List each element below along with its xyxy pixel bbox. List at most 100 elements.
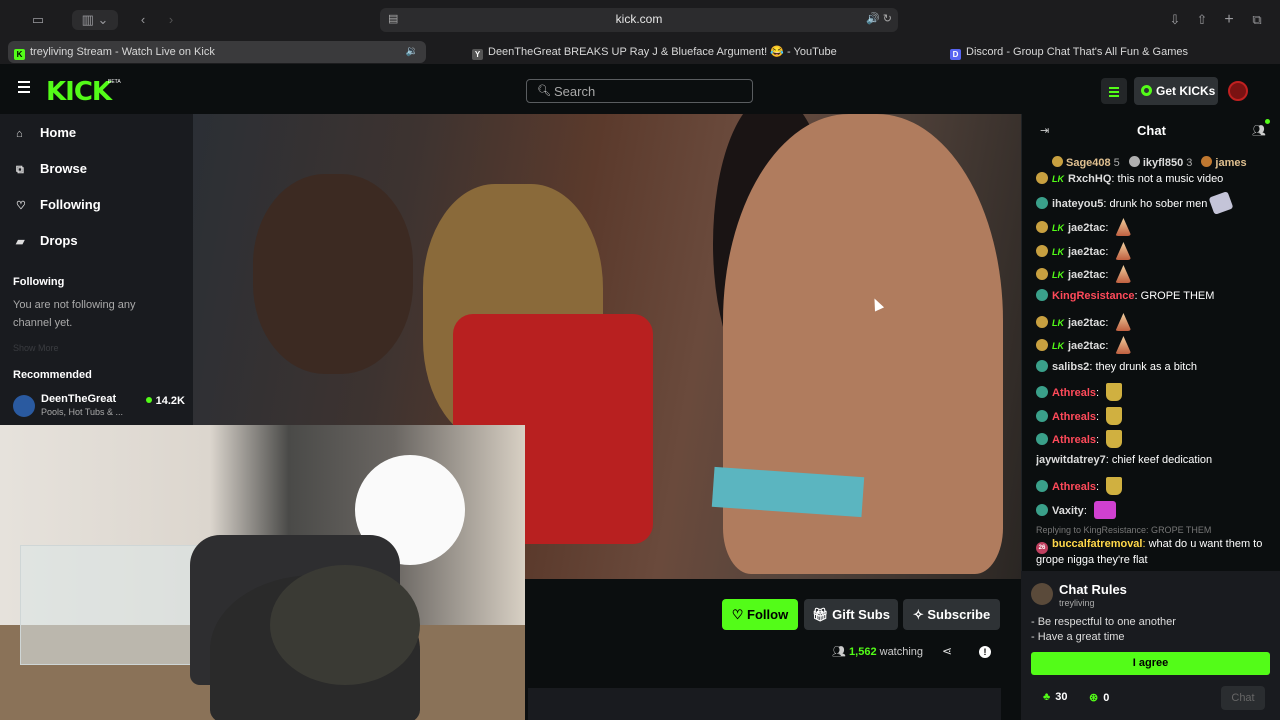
sidebar-item-browse[interactable]: ⧉ Browse — [16, 161, 87, 181]
kicks-balance[interactable]: ♣ 30 — [1043, 691, 1067, 703]
search-placeholder: Search — [554, 84, 596, 99]
gift-label: Gift Subs — [832, 607, 890, 622]
gold-badge-icon — [1036, 245, 1048, 257]
sidebar-item-following[interactable]: ♡ Following — [16, 197, 101, 217]
new-tab-icon[interactable]: + — [1220, 10, 1238, 30]
tab-title: treyliving Stream - Watch Live on Kick — [30, 46, 215, 58]
chat-username[interactable]: jae2tac — [1068, 317, 1105, 329]
tab-audio-icon[interactable]: 🔉 — [406, 41, 418, 63]
chat-username[interactable]: Athreals — [1052, 481, 1096, 493]
gifter-count: 5 — [1113, 157, 1120, 169]
gifter[interactable]: ikyfl850 3 — [1128, 156, 1192, 169]
tab-kick[interactable]: Ktreyliving Stream - Watch Live on Kick … — [8, 41, 426, 63]
star-emote-icon — [1115, 313, 1132, 331]
chat-username[interactable]: jae2tac — [1068, 246, 1105, 258]
kicks-icon — [1141, 85, 1152, 96]
store-icon[interactable] — [1101, 78, 1127, 104]
chat-username[interactable]: Athreals — [1052, 387, 1096, 399]
audio-playing-icon[interactable]: 🔊 — [866, 13, 880, 25]
gifter[interactable]: james — [1201, 156, 1247, 169]
chat-send-button[interactable]: Chat — [1221, 686, 1265, 710]
chat-username[interactable]: buccalfatremoval — [1052, 538, 1142, 550]
sticker-emote-icon — [1208, 191, 1234, 215]
chat-username[interactable]: Vaxity — [1052, 505, 1084, 517]
chat-rule: - Have a great time — [1031, 631, 1125, 643]
recommended-channel[interactable]: DeenTheGreat Pools, Hot Tubs & ... 14.2K — [13, 392, 185, 420]
chat-separator: : — [1105, 269, 1112, 281]
chat-message: jaywitdatrey7: chief keef dedication — [1036, 454, 1276, 467]
chat-username[interactable]: RxchHQ — [1068, 173, 1111, 185]
crown-emote-icon — [1093, 501, 1116, 519]
reply-reference: Replying to KingResistance: GROPE THEM — [1036, 525, 1212, 535]
gift-subs-button[interactable]: 🎁︎ Gift Subs — [804, 599, 898, 630]
site-header: KICK BETA 🔍︎ Search Get KICKs — [0, 64, 1280, 114]
kick-logo[interactable]: KICK — [46, 77, 112, 107]
chat-text: chief keef dedication — [1111, 454, 1213, 466]
kicks-icon: ♣ — [1043, 691, 1051, 703]
chat-username[interactable]: Athreals — [1052, 434, 1096, 446]
share-icon[interactable]: ⇧ — [1193, 10, 1211, 30]
user-avatar[interactable] — [1228, 81, 1248, 101]
tab-title: Discord - Group Chat That's All Fun & Ga… — [966, 46, 1188, 58]
search-input[interactable]: 🔍︎ Search — [526, 79, 753, 103]
chat-message: Athreals: — [1036, 407, 1276, 425]
sub-badge-icon — [1036, 433, 1048, 445]
get-kicks-button[interactable]: Get KICKs — [1134, 77, 1218, 105]
address-bar[interactable]: ▤ kick.com 🔊 ↻ — [380, 8, 898, 32]
sub-badge-icon — [1036, 386, 1048, 398]
trophy-emote-icon — [1106, 383, 1123, 401]
gold-badge-icon — [1036, 221, 1048, 233]
tab-overview-icon[interactable]: ⧉ — [1248, 10, 1266, 30]
chat-message: ihateyou5: drunk ho sober men — [1036, 191, 1276, 215]
drops-icon: ▰ — [16, 236, 25, 248]
points-balance[interactable]: ⊛ 0 — [1089, 691, 1109, 704]
chat-username[interactable]: jae2tac — [1068, 269, 1105, 281]
beta-badge: BETA — [108, 79, 121, 85]
back-icon[interactable]: ‹ — [134, 10, 152, 30]
chat-username[interactable]: KingResistance — [1052, 290, 1135, 302]
chat-message: Athreals: — [1036, 477, 1276, 495]
subscribe-button[interactable]: ✧ Subscribe — [903, 599, 1000, 630]
chat-username[interactable]: salibs2 — [1052, 361, 1089, 373]
chat-text: this not a music video — [1117, 173, 1224, 185]
live-dot-icon — [145, 397, 152, 403]
chat-separator: : — [1096, 387, 1103, 399]
follow-button[interactable]: ♡ Follow — [722, 599, 798, 630]
tab-discord[interactable]: D Discord - Group Chat That's All Fun & G… — [944, 41, 1274, 63]
search-icon: 🔍︎ — [537, 85, 551, 97]
chat-username[interactable]: jae2tac — [1068, 340, 1105, 352]
forward-icon[interactable]: › — [162, 10, 180, 30]
downloads-icon[interactable]: ⇩ — [1166, 10, 1184, 30]
discord-favicon-icon: D — [950, 49, 961, 60]
sidebar-toggle-icon[interactable]: ▥ ⌄ — [72, 10, 118, 30]
tab-youtube[interactable]: Y DeenTheGreat BREAKS UP Ray J & Blueface… — [466, 41, 846, 63]
gifter-badge-icon — [1128, 156, 1140, 167]
chat-message: LK jae2tac: — [1036, 313, 1276, 331]
chat-message: LK RxchHQ: this not a music video — [1036, 172, 1276, 186]
tab-bar: Ktreyliving Stream - Watch Live on Kick … — [0, 40, 1280, 64]
agree-button[interactable]: I agree — [1031, 652, 1270, 675]
chat-users-icon[interactable]: 👥︎ — [1252, 119, 1270, 137]
sidebar-item-drops[interactable]: ▰ Drops — [16, 233, 78, 253]
window-icon[interactable]: ▭ — [28, 10, 48, 30]
chat-username[interactable]: jaywitdatrey7 — [1036, 454, 1106, 466]
chat-username[interactable]: ihateyou5 — [1052, 198, 1103, 210]
video-figure — [253, 174, 413, 374]
trophy-emote-icon — [1106, 477, 1123, 495]
reload-icon[interactable]: ↻ — [883, 13, 892, 25]
share-icon[interactable]: ⋖ — [942, 644, 952, 658]
chat-username[interactable]: Athreals — [1052, 411, 1096, 423]
following-empty-text: You are not following any channel yet. — [13, 299, 136, 329]
gifter[interactable]: Sage408 5 — [1052, 156, 1120, 169]
chat-rule: - Be respectful to one another — [1031, 616, 1176, 628]
menu-icon[interactable] — [18, 81, 30, 93]
show-more-link[interactable]: Show More — [13, 339, 173, 357]
chat-username[interactable]: jae2tac — [1068, 222, 1105, 234]
youtube-favicon-icon: Y — [472, 49, 483, 60]
chat-separator: : — [1105, 340, 1112, 352]
sidebar-item-home[interactable]: ⌂ Home — [16, 125, 76, 145]
chat-message: salibs2: they drunk as a bitch — [1036, 360, 1276, 374]
chat-message: Vaxity: — [1036, 501, 1276, 519]
info-icon[interactable]: ! — [979, 646, 991, 658]
avatar — [13, 395, 35, 417]
